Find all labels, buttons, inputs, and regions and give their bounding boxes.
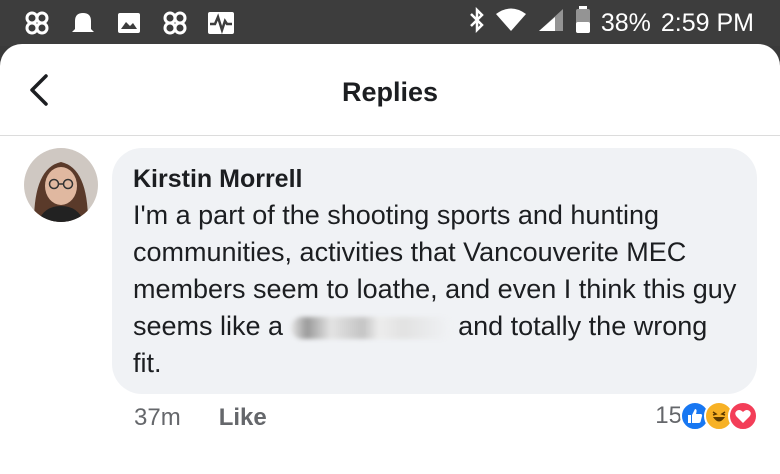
reactions-summary[interactable]: 15 xyxy=(655,401,758,431)
replies-sheet: Replies Kirstin Morrell I'm a part of th… xyxy=(0,44,780,474)
activity-icon xyxy=(206,8,236,38)
battery-icon xyxy=(575,6,591,41)
signal-icon xyxy=(537,7,565,40)
wifi-icon xyxy=(495,7,527,40)
bluetooth-icon xyxy=(469,6,485,40)
bell-icon xyxy=(68,8,98,38)
comment-text: I'm a part of the shooting sports and hu… xyxy=(133,197,737,382)
status-bar: 38% 2:59 PM xyxy=(0,0,780,46)
love-reaction-icon xyxy=(728,401,758,431)
comment-bubble: Kirstin Morrell I'm a part of the shooti… xyxy=(112,148,757,394)
comment-time[interactable]: 37m xyxy=(134,404,181,432)
redacted-word xyxy=(290,316,451,339)
like-button[interactable]: Like xyxy=(219,404,267,432)
pinwheel-icon xyxy=(160,8,190,38)
page-title: Replies xyxy=(341,77,439,107)
pinwheel-icon xyxy=(22,8,52,38)
image-icon xyxy=(114,8,144,38)
avatar[interactable] xyxy=(24,148,98,222)
replies-header: Replies xyxy=(0,44,780,136)
comment-actions: 37m Like xyxy=(134,404,267,432)
notification-icons xyxy=(22,8,236,38)
battery-percent: 38% xyxy=(600,9,651,37)
comment-author[interactable]: Kirstin Morrell xyxy=(133,164,737,194)
clock: 2:59 PM xyxy=(660,9,754,37)
system-status: 38% 2:59 PM xyxy=(469,6,754,41)
reaction-count: 15 xyxy=(655,402,682,429)
